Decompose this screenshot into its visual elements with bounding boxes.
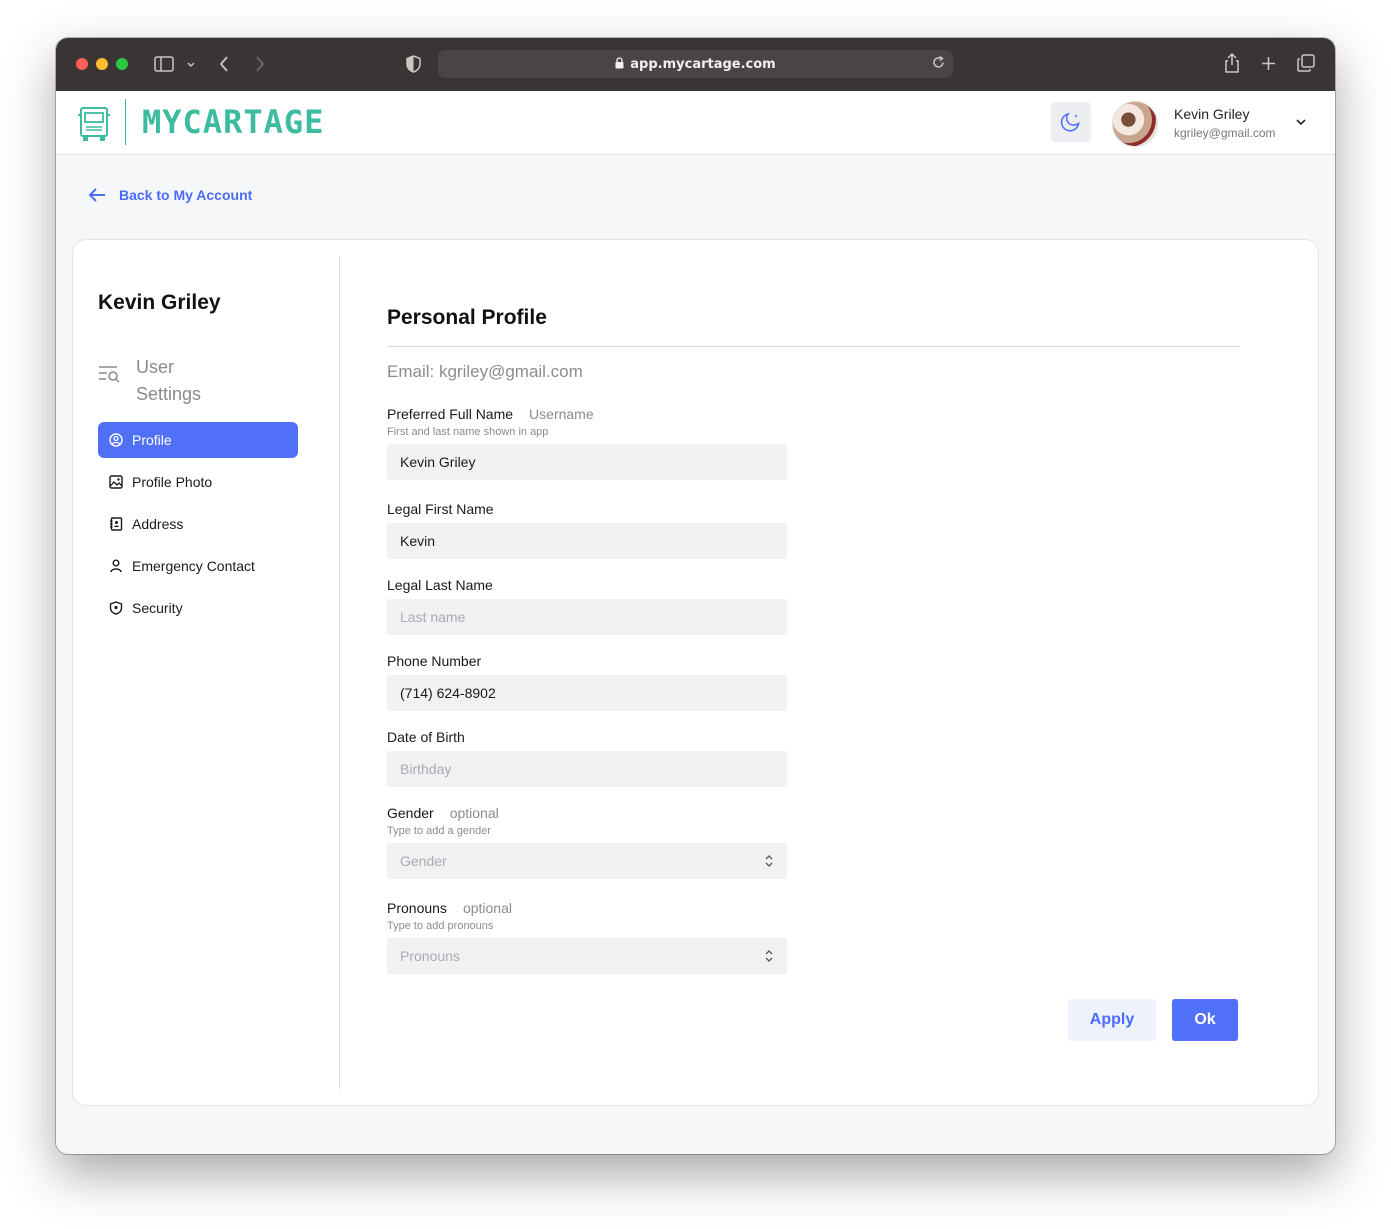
sidebar-item-security[interactable]: Security bbox=[98, 590, 298, 626]
field-label: Legal Last Name bbox=[387, 577, 493, 593]
browser-window: app.mycartage.com MYCARTAGE Kevin Griley… bbox=[56, 38, 1335, 1154]
user-settings-heading: User Settings bbox=[98, 354, 201, 408]
arrow-left-icon bbox=[88, 188, 105, 202]
ok-button[interactable]: Ok bbox=[1172, 999, 1238, 1041]
phone-input[interactable] bbox=[387, 675, 787, 711]
field-aside: optional bbox=[449, 805, 499, 821]
sidebar-user-name: Kevin Griley bbox=[98, 291, 221, 314]
browser-toolbar: app.mycartage.com bbox=[56, 38, 1335, 91]
profile-form: Personal Profile Email: kgriley@gmail.co… bbox=[387, 240, 1239, 1105]
shield-icon bbox=[108, 600, 124, 616]
section-label-line1: User bbox=[136, 357, 175, 377]
birthday-input[interactable] bbox=[387, 751, 787, 787]
sidebar-item-profile[interactable]: Profile bbox=[98, 422, 298, 458]
close-window-button[interactable] bbox=[76, 58, 88, 70]
address-book-icon bbox=[108, 516, 124, 532]
minimize-window-button[interactable] bbox=[96, 58, 108, 70]
window-controls bbox=[76, 58, 128, 70]
maximize-window-button[interactable] bbox=[116, 58, 128, 70]
sidebar-item-label: Profile Photo bbox=[132, 474, 213, 490]
field-aside: Username bbox=[529, 406, 594, 422]
back-link-label: Back to My Account bbox=[119, 187, 253, 203]
avatar[interactable] bbox=[1112, 101, 1158, 147]
section-label-line2: Settings bbox=[136, 384, 202, 404]
field-label: Phone Number bbox=[387, 653, 482, 669]
sidebar-item-label: Address bbox=[132, 516, 184, 532]
field-label: Pronouns bbox=[387, 900, 447, 916]
first-name-input[interactable] bbox=[387, 523, 787, 559]
sidebar-item-profile-photo[interactable]: Profile Photo bbox=[98, 464, 298, 500]
sidebar-item-address[interactable]: Address bbox=[98, 506, 298, 542]
image-icon bbox=[108, 474, 124, 490]
sidebar-toggle-icon[interactable] bbox=[154, 56, 174, 76]
theme-toggle-button[interactable] bbox=[1051, 102, 1091, 142]
truck-logo-icon[interactable] bbox=[78, 105, 110, 143]
settings-nav: Profile Profile Photo Address Emergency … bbox=[98, 422, 298, 632]
brand-name[interactable]: MYCARTAGE bbox=[142, 103, 324, 141]
gender-select[interactable]: Gender bbox=[387, 843, 787, 879]
field-label: Preferred Full Name bbox=[387, 406, 514, 422]
select-placeholder: Pronouns bbox=[400, 948, 460, 964]
chevron-down-icon[interactable] bbox=[186, 58, 196, 74]
shield-icon[interactable] bbox=[406, 55, 421, 77]
back-to-account-link[interactable]: Back to My Account bbox=[87, 187, 252, 203]
field-label: Date of Birth bbox=[387, 729, 465, 745]
sidebar-divider bbox=[339, 256, 340, 1089]
preferred-name-group: Preferred Full Name Username First and l… bbox=[387, 406, 787, 480]
share-icon[interactable] bbox=[1224, 52, 1240, 77]
field-help: Type to add pronouns bbox=[387, 920, 494, 932]
select-placeholder: Gender bbox=[400, 853, 447, 869]
settings-card: Kevin Griley User Settings Profile Profi… bbox=[72, 239, 1319, 1106]
pronouns-select[interactable]: Pronouns bbox=[387, 938, 787, 974]
gender-group: Gender optional Type to add a gender Gen… bbox=[387, 805, 787, 879]
tabs-overview-icon[interactable] bbox=[1297, 54, 1315, 76]
new-tab-icon[interactable] bbox=[1261, 56, 1276, 75]
moon-icon bbox=[1060, 112, 1080, 132]
user-menu-chevron-icon[interactable] bbox=[1294, 115, 1308, 129]
pronouns-group: Pronouns optional Type to add pronouns P… bbox=[387, 900, 787, 974]
last-name-input[interactable] bbox=[387, 599, 787, 635]
sidebar-item-label: Emergency Contact bbox=[132, 558, 255, 574]
title-divider bbox=[387, 346, 1239, 347]
account-email: Email: kgriley@gmail.com bbox=[387, 362, 583, 381]
sidebar-item-label: Security bbox=[132, 600, 183, 616]
app-header: MYCARTAGE Kevin Griley kgriley@gmail.com bbox=[56, 91, 1335, 155]
field-help: Type to add a gender bbox=[387, 825, 491, 837]
field-help: First and last name shown in app bbox=[387, 426, 549, 438]
user-circle-icon bbox=[108, 432, 124, 448]
logo-divider bbox=[125, 99, 126, 145]
forward-icon[interactable] bbox=[254, 55, 266, 77]
reload-icon[interactable] bbox=[932, 55, 945, 73]
settings-search-icon bbox=[99, 366, 120, 383]
preferred-name-input[interactable] bbox=[387, 444, 787, 480]
header-user-name[interactable]: Kevin Griley bbox=[1174, 106, 1249, 122]
first-name-group: Legal First Name bbox=[387, 501, 787, 559]
url-text: app.mycartage.com bbox=[630, 56, 776, 72]
dob-group: Date of Birth bbox=[387, 729, 787, 787]
field-label: Gender bbox=[387, 805, 434, 821]
back-icon[interactable] bbox=[218, 55, 230, 77]
updown-chevron-icon bbox=[765, 950, 773, 962]
field-aside: optional bbox=[462, 900, 512, 916]
apply-button[interactable]: Apply bbox=[1068, 999, 1156, 1041]
address-bar[interactable]: app.mycartage.com bbox=[438, 50, 953, 78]
sidebar-item-emergency-contact[interactable]: Emergency Contact bbox=[98, 548, 298, 584]
sidebar-item-label: Profile bbox=[132, 432, 172, 448]
phone-group: Phone Number bbox=[387, 653, 787, 711]
lock-icon bbox=[615, 56, 624, 72]
page-title: Personal Profile bbox=[387, 306, 547, 329]
field-label: Legal First Name bbox=[387, 501, 494, 517]
settings-sidebar: Kevin Griley User Settings Profile Profi… bbox=[73, 240, 339, 1105]
header-user-email[interactable]: kgriley@gmail.com bbox=[1174, 126, 1276, 140]
person-icon bbox=[108, 558, 124, 574]
updown-chevron-icon bbox=[765, 855, 773, 867]
last-name-group: Legal Last Name bbox=[387, 577, 787, 635]
